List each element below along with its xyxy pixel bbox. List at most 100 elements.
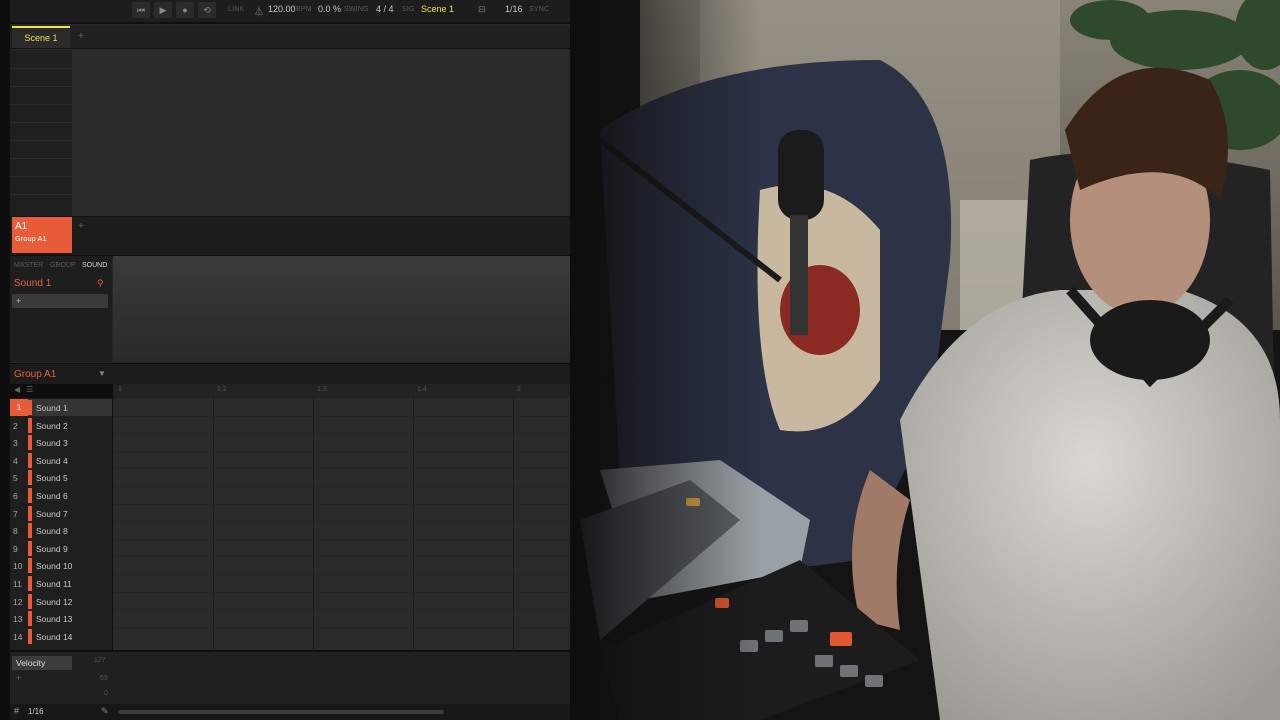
- sound-number: 11: [13, 579, 22, 589]
- sound-row[interactable]: 5 Sound 5: [10, 469, 112, 486]
- add-plugin-button[interactable]: +: [12, 294, 108, 308]
- follow-icon[interactable]: ⊟: [478, 4, 486, 15]
- sound-number: 4: [13, 456, 18, 466]
- row-line: [113, 627, 570, 628]
- group-title[interactable]: Group A1: [14, 369, 56, 380]
- row-line: [113, 433, 570, 434]
- sound-row[interactable]: 11 Sound 11: [10, 575, 112, 592]
- sound-row[interactable]: 2 Sound 2: [10, 417, 112, 434]
- sound-name: Sound 10: [36, 561, 73, 571]
- group-slot-a1[interactable]: A1 Group A1: [12, 217, 72, 253]
- pattern-header: [10, 364, 570, 384]
- skip-back-icon[interactable]: ⏮: [132, 2, 150, 18]
- sound-row[interactable]: 14 Sound 14: [10, 628, 112, 645]
- add-group-button[interactable]: +: [78, 221, 84, 232]
- sound-color: [28, 594, 32, 609]
- add-lane-button[interactable]: +: [16, 673, 21, 683]
- sound-row[interactable]: 3 Sound 3: [10, 434, 112, 451]
- tab-master[interactable]: MASTER: [14, 262, 43, 269]
- plugin-slot-area[interactable]: [113, 256, 570, 362]
- scene-indicator[interactable]: Scene 1: [421, 4, 454, 14]
- sound-number: 9: [13, 544, 18, 554]
- sound-number: 8: [13, 526, 18, 536]
- sound-row[interactable]: 10 Sound 10: [10, 557, 112, 574]
- scene-tab[interactable]: Scene 1: [12, 26, 70, 48]
- sound-row[interactable]: 4 Sound 4: [10, 452, 112, 469]
- tempo-value[interactable]: 120.00: [268, 4, 296, 14]
- horizontal-scrollbar[interactable]: [118, 710, 444, 714]
- control-sidebar: [10, 256, 112, 362]
- speaker-icon[interactable]: ◀: [14, 385, 20, 394]
- sound-color: [28, 470, 32, 485]
- sound-name: Sound 5: [36, 473, 68, 483]
- timeline-ruler[interactable]: [113, 384, 570, 398]
- sound-color: [28, 418, 32, 433]
- sound-name: Sound 6: [36, 491, 68, 501]
- ruler-mark: 1.2: [217, 386, 227, 393]
- sound-number: 2: [13, 421, 18, 431]
- sound-number: 7: [13, 509, 18, 519]
- record-icon[interactable]: ●: [176, 2, 194, 18]
- row-line: [113, 539, 570, 540]
- pencil-icon[interactable]: ✎: [101, 706, 109, 717]
- ruler-mark: 1.3: [317, 386, 327, 393]
- sound-color: [28, 629, 32, 644]
- tab-sound[interactable]: SOUND: [82, 262, 107, 269]
- ruler-mark: 2: [517, 386, 521, 393]
- link-button[interactable]: LINK: [228, 6, 244, 13]
- tab-group[interactable]: GROUP: [50, 262, 76, 269]
- velocity-mid: 63: [100, 675, 108, 682]
- sound-color: [28, 400, 32, 415]
- transport-bar: ⏮ ▶ ● ⟲ LINK ⏃ 120.00 BPM 0.0 % SWING 4 …: [10, 0, 570, 23]
- sound-name: Sound 14: [36, 632, 73, 642]
- scene-row: [10, 26, 570, 49]
- velocity-min: 0: [104, 690, 108, 697]
- sound-name: Sound 9: [36, 544, 68, 554]
- swing-value[interactable]: 0.0 %: [318, 4, 341, 14]
- velocity-selector[interactable]: Velocity: [12, 656, 72, 670]
- sound-row[interactable]: 9 Sound 9: [10, 540, 112, 557]
- grid-resolution[interactable]: 1/16: [505, 4, 523, 14]
- play-icon[interactable]: ▶: [154, 2, 172, 18]
- velocity-max: 127: [94, 657, 106, 664]
- search-icon[interactable]: ⚲: [97, 278, 106, 288]
- loop-icon[interactable]: ⟲: [198, 2, 216, 18]
- sound-row[interactable]: 6 Sound 6: [10, 487, 112, 504]
- step-grid[interactable]: [113, 398, 570, 650]
- sound-color: [28, 506, 32, 521]
- ruler-mark: 1: [118, 386, 122, 393]
- sound-row[interactable]: 1 Sound 1: [10, 399, 112, 416]
- grid-icon[interactable]: #: [14, 706, 19, 716]
- sound-row[interactable]: 13 Sound 13: [10, 610, 112, 627]
- step-resolution[interactable]: 1/16: [28, 707, 44, 716]
- sound-row[interactable]: 12 Sound 12: [10, 593, 112, 610]
- signature-value[interactable]: 4 / 4: [376, 4, 394, 14]
- list-view-icon[interactable]: ☰: [26, 385, 33, 394]
- sound-row[interactable]: 7 Sound 7: [10, 505, 112, 522]
- sound-number: 14: [13, 632, 23, 642]
- row-line: [113, 486, 570, 487]
- sound-name: Sound 8: [36, 526, 68, 536]
- row-line: [113, 468, 570, 469]
- tempo-unit: BPM: [296, 6, 312, 13]
- sound-name: Sound 1: [36, 403, 68, 413]
- group-short-label: A1: [15, 221, 28, 232]
- arranger-timeline[interactable]: [72, 50, 570, 216]
- sound-name: Sound 3: [36, 438, 68, 448]
- sound-color: [28, 611, 32, 626]
- row-line: [113, 556, 570, 557]
- row-line: [113, 504, 570, 505]
- sound-color: [28, 435, 32, 450]
- chevron-down-icon[interactable]: ▼: [98, 369, 106, 378]
- sound-row[interactable]: 8 Sound 8: [10, 522, 112, 539]
- sound-title: Sound 1: [14, 278, 52, 289]
- signature-label: SIG: [402, 6, 415, 13]
- sync-label[interactable]: SYNC: [529, 6, 549, 13]
- add-scene-button[interactable]: +: [78, 31, 84, 42]
- row-line: [113, 609, 570, 610]
- sound-name: Sound 13: [36, 614, 73, 624]
- metronome-icon[interactable]: ⏃: [254, 3, 264, 18]
- sound-number: 10: [13, 561, 23, 571]
- sound-name: Sound 7: [36, 509, 68, 519]
- sound-number: 13: [13, 614, 23, 624]
